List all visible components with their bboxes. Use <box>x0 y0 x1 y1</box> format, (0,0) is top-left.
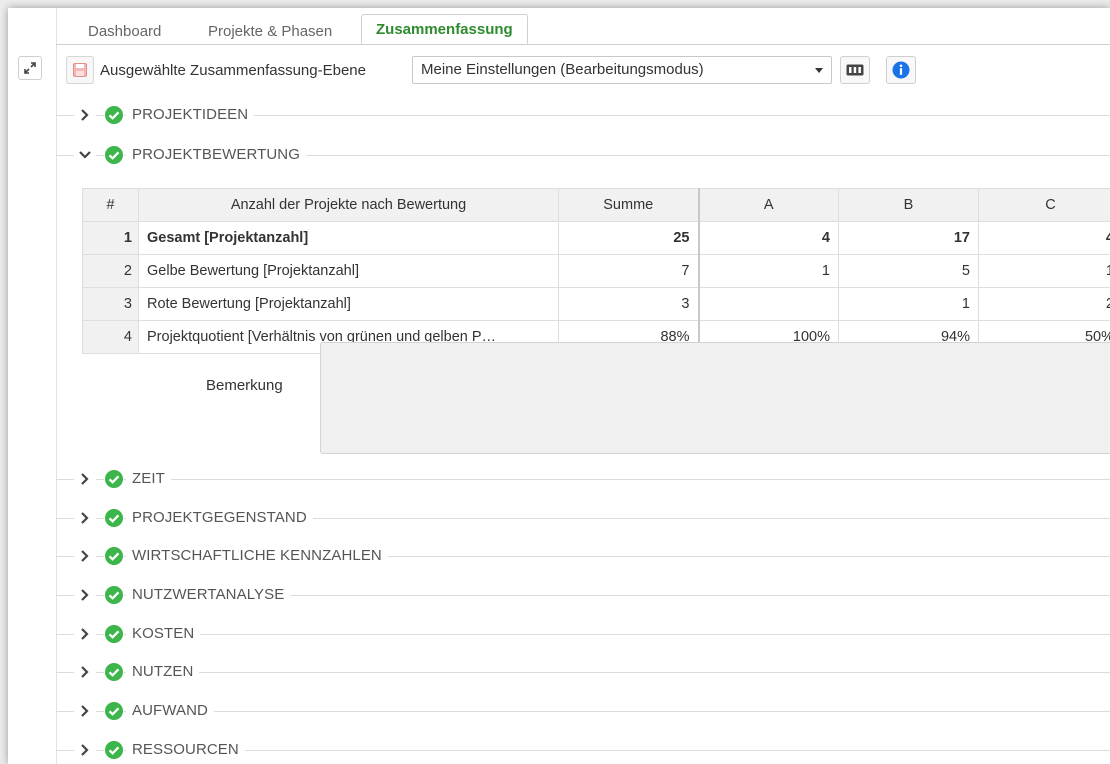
check-circle-icon <box>104 662 124 682</box>
check-circle-icon <box>104 701 124 721</box>
check-circle-icon <box>104 105 124 125</box>
rating-table: # Anzahl der Projekte nach Bewertung Sum… <box>82 188 1110 354</box>
section-wirtschaftliche-kennzahlen[interactable]: WIRTSCHAFTLICHE KENNZAHLEN <box>56 545 1110 567</box>
section-title: PROJEKTIDEEN <box>126 106 255 124</box>
section-nutzwertanalyse[interactable]: NUTZWERTANALYSE <box>56 584 1110 606</box>
section-zeit[interactable]: ZEIT <box>56 468 1110 490</box>
row-number: 3 <box>82 287 139 321</box>
cell-b: 1 <box>838 287 979 321</box>
chevron-right-icon[interactable] <box>74 700 96 722</box>
counter-icon <box>846 64 864 76</box>
column-header[interactable]: Summe <box>558 188 700 222</box>
chevron-right-icon[interactable] <box>74 104 96 126</box>
section-divider <box>56 634 1110 635</box>
chevron-right-icon[interactable] <box>74 545 96 567</box>
section-projektbewertung[interactable]: PROJEKTBEWERTUNG <box>56 144 1110 166</box>
chevron-right-icon[interactable] <box>74 739 96 761</box>
cell-c: 1 <box>978 254 1110 288</box>
row-number: 1 <box>82 221 139 255</box>
section-ressourcen[interactable]: RESSOURCEN <box>56 739 1110 761</box>
level-label: Ausgewählte Zusammenfassung-Ebene <box>100 62 366 79</box>
remark-label: Bemerkung <box>206 377 283 394</box>
section-kosten[interactable]: KOSTEN <box>56 623 1110 645</box>
tab-projekte-phasen[interactable]: Projekte & Phasen <box>198 20 342 44</box>
chevron-right-icon[interactable] <box>74 584 96 606</box>
check-circle-icon <box>104 546 124 566</box>
info-button[interactable] <box>886 56 916 84</box>
level-select-value: Meine Einstellungen (Bearbeitungsmodus) <box>421 61 704 78</box>
check-circle-icon <box>104 585 124 605</box>
column-header[interactable]: A <box>698 188 839 222</box>
section-projektgegenstand[interactable]: PROJEKTGEGENSTAND <box>56 507 1110 529</box>
row-label: Gelbe Bewertung [Projektanzahl] <box>138 254 559 288</box>
counter-button[interactable] <box>840 56 870 84</box>
toolbar: Ausgewählte Zusammenfassung-Ebene Meine … <box>56 54 1110 84</box>
section-title: AUFWAND <box>126 702 214 720</box>
section-title: KOSTEN <box>126 625 201 643</box>
chevron-down-icon[interactable] <box>74 144 96 166</box>
section-title: PROJEKTBEWERTUNG <box>126 146 307 164</box>
cell-a <box>698 287 839 321</box>
check-circle-icon <box>104 740 124 760</box>
save-icon <box>73 63 87 77</box>
cell-a: 4 <box>698 221 839 255</box>
column-header[interactable]: # <box>82 188 139 222</box>
column-header[interactable]: B <box>838 188 979 222</box>
row-label: Rote Bewertung [Projektanzahl] <box>138 287 559 321</box>
section-aufwand[interactable]: AUFWAND <box>56 700 1110 722</box>
table-row[interactable]: 2 Gelbe Bewertung [Projektanzahl] 7 1 5 … <box>82 254 1110 288</box>
check-circle-icon <box>104 469 124 489</box>
section-divider <box>56 672 1110 673</box>
cell-summe: 3 <box>558 287 700 321</box>
tab-bar: Dashboard Projekte & Phasen Zusammenfass… <box>56 8 1110 45</box>
table-row[interactable]: 1 Gesamt [Projektanzahl] 25 4 17 4 <box>82 221 1110 255</box>
summary-panel: Dashboard Projekte & Phasen Zusammenfass… <box>8 8 1110 764</box>
chevron-down-icon <box>815 68 823 73</box>
section-divider <box>56 711 1110 712</box>
check-circle-icon <box>104 624 124 644</box>
cell-a: 1 <box>698 254 839 288</box>
cell-b: 17 <box>838 221 979 255</box>
chevron-right-icon[interactable] <box>74 623 96 645</box>
table-row[interactable]: 3 Rote Bewertung [Projektanzahl] 3 1 2 <box>82 287 1110 321</box>
section-title: NUTZWERTANALYSE <box>126 586 291 604</box>
check-circle-icon <box>104 145 124 165</box>
column-header[interactable]: Anzahl der Projekte nach Bewertung <box>138 188 559 222</box>
section-projektideen[interactable]: PROJEKTIDEEN <box>56 104 1110 126</box>
cell-c: 2 <box>978 287 1110 321</box>
cell-summe: 25 <box>558 221 700 255</box>
section-divider <box>56 479 1110 480</box>
remark-textarea[interactable] <box>320 342 1110 454</box>
section-title: NUTZEN <box>126 663 200 681</box>
info-icon <box>892 61 910 79</box>
cell-b: 5 <box>838 254 979 288</box>
section-title: ZEIT <box>126 470 171 488</box>
expand-button[interactable] <box>18 56 42 80</box>
expand-icon <box>24 62 36 74</box>
chevron-right-icon[interactable] <box>74 468 96 490</box>
row-number: 2 <box>82 254 139 288</box>
table-header-row: # Anzahl der Projekte nach Bewertung Sum… <box>82 188 1110 222</box>
tab-zusammenfassung[interactable]: Zusammenfassung <box>361 14 528 44</box>
chevron-right-icon[interactable] <box>74 507 96 529</box>
cell-c: 4 <box>978 221 1110 255</box>
section-title: WIRTSCHAFTLICHE KENNZAHLEN <box>126 547 388 565</box>
section-nutzen[interactable]: NUTZEN <box>56 661 1110 683</box>
check-circle-icon <box>104 508 124 528</box>
left-strip <box>8 8 57 764</box>
row-label: Gesamt [Projektanzahl] <box>138 221 559 255</box>
cell-summe: 7 <box>558 254 700 288</box>
section-title: RESSOURCEN <box>126 741 245 759</box>
column-header[interactable]: C <box>978 188 1110 222</box>
level-select[interactable]: Meine Einstellungen (Bearbeitungsmodus) <box>412 56 832 84</box>
section-title: PROJEKTGEGENSTAND <box>126 509 313 527</box>
chevron-right-icon[interactable] <box>74 661 96 683</box>
tab-dashboard[interactable]: Dashboard <box>78 20 171 44</box>
save-button[interactable] <box>66 56 94 84</box>
row-number: 4 <box>82 320 139 354</box>
